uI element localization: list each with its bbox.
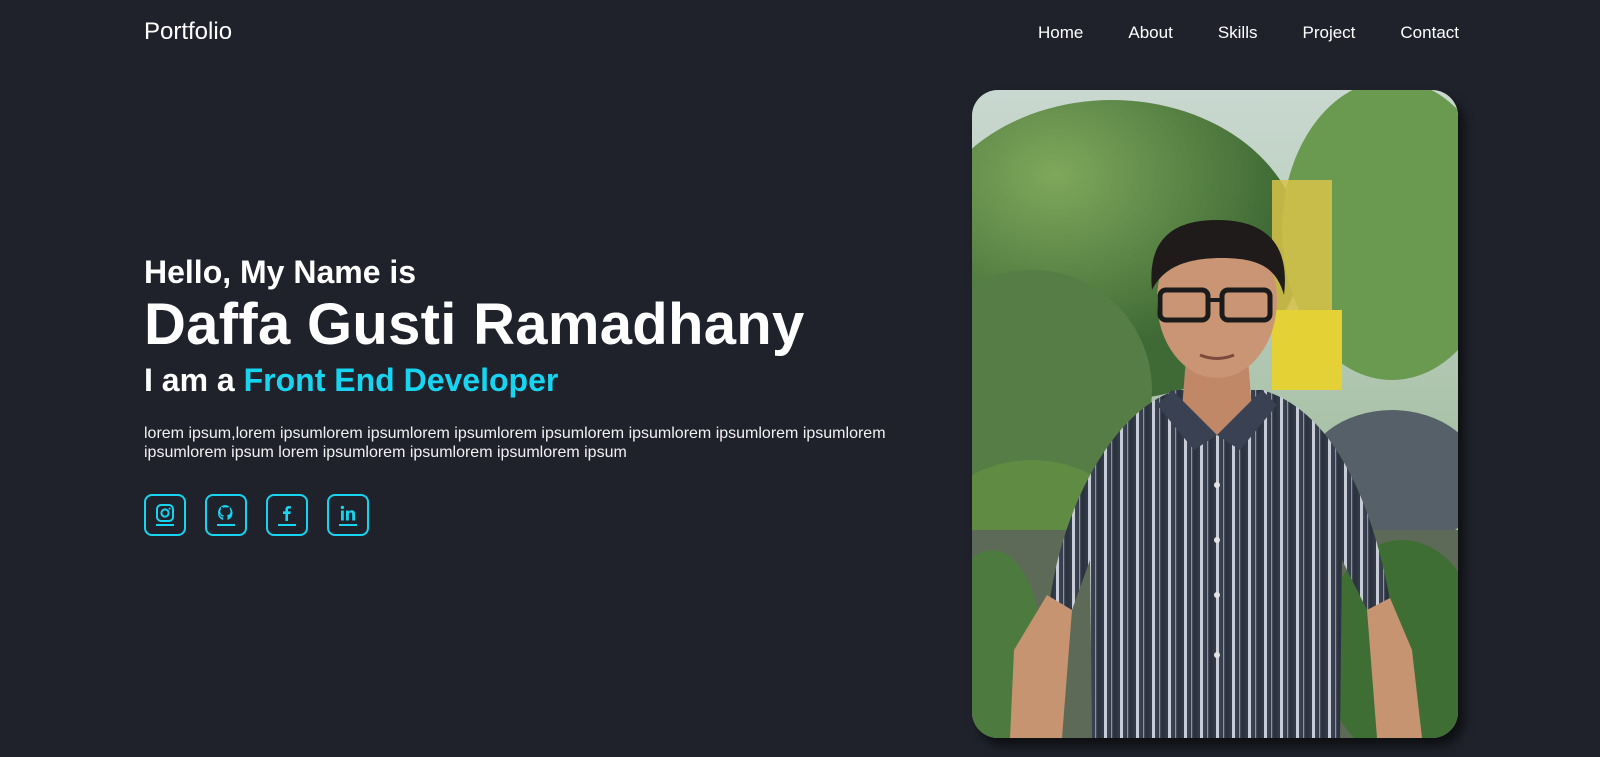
facebook-icon [278,506,296,526]
github-link[interactable] [205,494,247,536]
social-links [144,494,944,536]
nav-contact[interactable]: Contact [1400,22,1459,44]
github-icon [217,505,235,526]
profile-photo [972,90,1458,738]
hero-name: Daffa Gusti Ramadhany [144,292,805,357]
linkedin-link[interactable] [327,494,369,536]
linkedin-icon [339,505,357,526]
role-prefix: I am a [144,362,235,398]
nav-home[interactable]: Home [1038,22,1083,44]
main-nav: Home About Skills Project Contact [1038,22,1459,44]
role-highlight: Front End Developer [243,362,559,398]
greeting: Hello, My Name is [144,254,417,290]
instagram-icon [156,504,174,526]
hero-role: I am a Front End Developer [144,360,944,400]
nav-project[interactable]: Project [1302,22,1355,44]
hero-description: lorem ipsum,lorem ipsumlorem ipsumlorem … [144,425,886,461]
nav-about[interactable]: About [1128,22,1172,44]
hero-section: Hello, My Name is Daffa Gusti Ramadhany … [144,252,944,536]
profile-photo-illustration [972,90,1458,738]
brand-logo[interactable]: Portfolio [144,18,232,46]
portfolio-page: Portfolio Home About Skills Project Cont… [0,0,1600,757]
facebook-link[interactable] [266,494,308,536]
instagram-link[interactable] [144,494,186,536]
nav-skills[interactable]: Skills [1218,22,1258,44]
